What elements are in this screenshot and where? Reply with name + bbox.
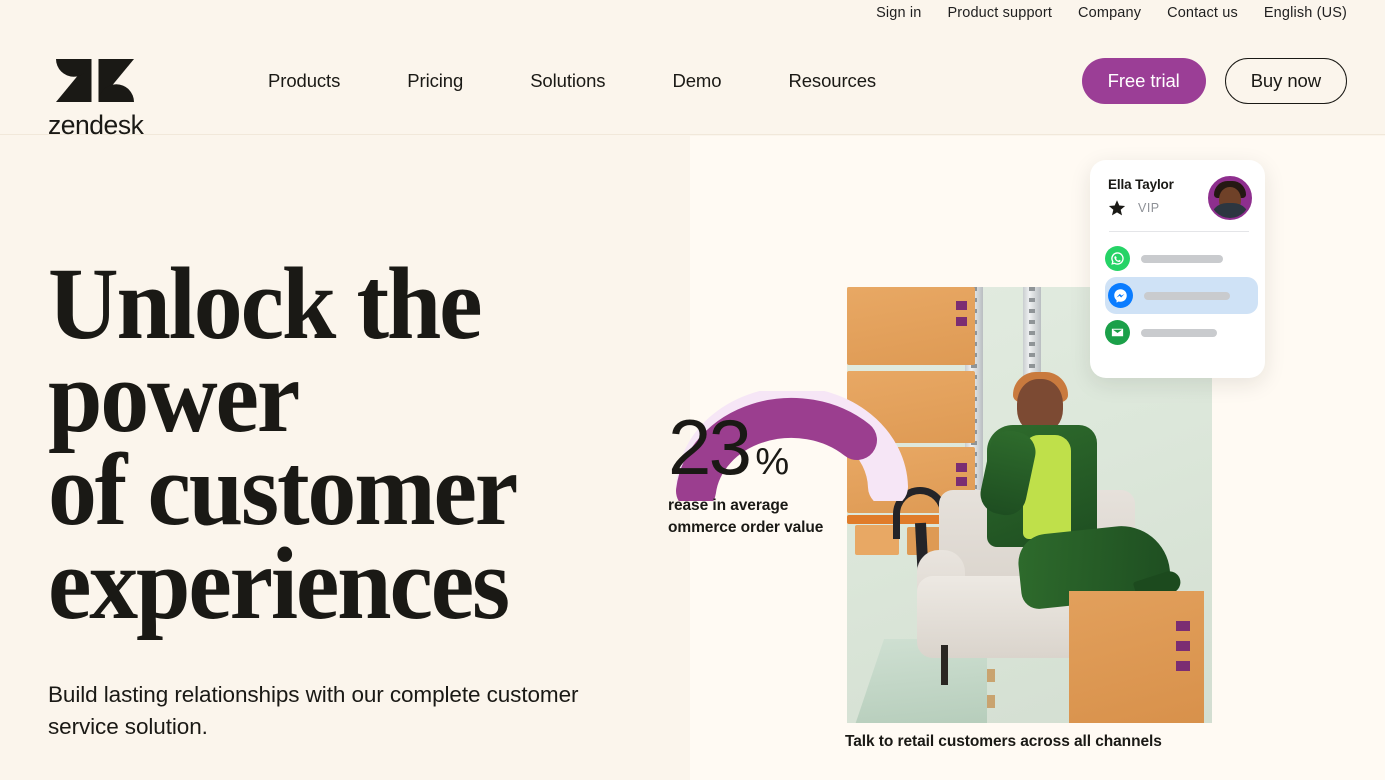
channel-message-placeholder [1141,328,1217,337]
channel-row-whatsapp[interactable] [1105,240,1250,277]
stat-unit: % [755,441,789,483]
photo-carton-tape [956,301,967,310]
hero-subtitle: Build lasting relationships with our com… [48,681,579,739]
hero-copy: Unlock the power of customer experiences… [48,247,688,780]
channel-message-placeholder [1144,291,1230,300]
hero-title-line-2: of customer [48,433,518,548]
nav-item-demo[interactable]: Demo [672,62,721,100]
stat-value: 23 [668,403,752,491]
channel-message-placeholder [1141,254,1223,263]
photo-carton-tape [956,477,967,486]
nav-item-pricing[interactable]: Pricing [407,62,463,100]
status-badge: VIP [1138,201,1160,215]
photo-box-tape [1176,661,1190,671]
utility-link-company[interactable]: Company [1078,6,1141,21]
contact-channel-list [1105,240,1258,351]
hero-image-caption: Talk to retail customers across all chan… [845,733,1162,750]
channel-row-email[interactable] [1105,314,1250,351]
nav-item-products[interactable]: Products [268,62,340,100]
free-trial-button[interactable]: Free trial [1081,57,1206,104]
email-icon [1105,320,1130,345]
hero-title-line-1: Unlock the power [48,247,483,455]
stat-caption: rease in average ommerce order value [668,495,928,540]
whatsapp-icon [1105,246,1130,271]
channel-row-messenger[interactable] [1105,277,1258,314]
zendesk-wordmark: zendesk [48,110,144,140]
utility-link-language-selector[interactable]: English (US) [1264,6,1347,21]
buy-now-button[interactable]: Buy now [1224,57,1347,104]
stat-block: 23 % rease in average ommerce order valu… [668,408,928,540]
stat-caption-line-2: ommerce order value [668,519,824,537]
header-cta-group: Free trial Buy now [1081,27,1347,134]
star-icon [1108,200,1126,216]
photo-carton [847,287,975,365]
utility-nav-bar: Sign in Product support Company Contact … [0,0,1385,27]
stat-caption-line-1: rease in average [668,497,789,514]
messenger-icon [1108,283,1133,308]
zendesk-logo-link[interactable]: zendesk [48,53,148,141]
utility-link-product-support[interactable]: Product support [947,6,1052,21]
contact-card[interactable]: Ella Taylor VIP [1090,160,1265,378]
utility-link-contact-us[interactable]: Contact us [1167,6,1238,21]
avatar [1208,176,1252,220]
stat-value-row: 23 % [668,408,928,486]
contact-card-divider [1109,231,1249,232]
photo-box-tape [1176,621,1190,631]
nav-item-resources[interactable]: Resources [788,62,876,100]
photo-box-tape [1176,641,1190,651]
hero-visual: 23 % rease in average ommerce order valu… [668,136,1385,780]
page-title: Unlock the power of customer experiences [48,247,656,641]
hero-title-line-3: experiences [48,526,510,641]
photo-foreground-box [1069,591,1204,723]
photo-carton-tape [956,463,967,472]
main-header: zendesk Products Pricing Solutions Demo … [0,27,1385,140]
primary-nav: Products Pricing Solutions Demo Resource… [268,27,876,134]
photo-carton-tape [956,317,967,326]
utility-link-sign-in[interactable]: Sign in [876,6,921,21]
photo-chair-leg [941,645,948,685]
hero-section: Unlock the power of customer experiences… [0,136,1385,780]
zendesk-logo-icon [56,59,134,102]
avatar-body [1210,203,1250,218]
nav-item-solutions[interactable]: Solutions [530,62,605,100]
